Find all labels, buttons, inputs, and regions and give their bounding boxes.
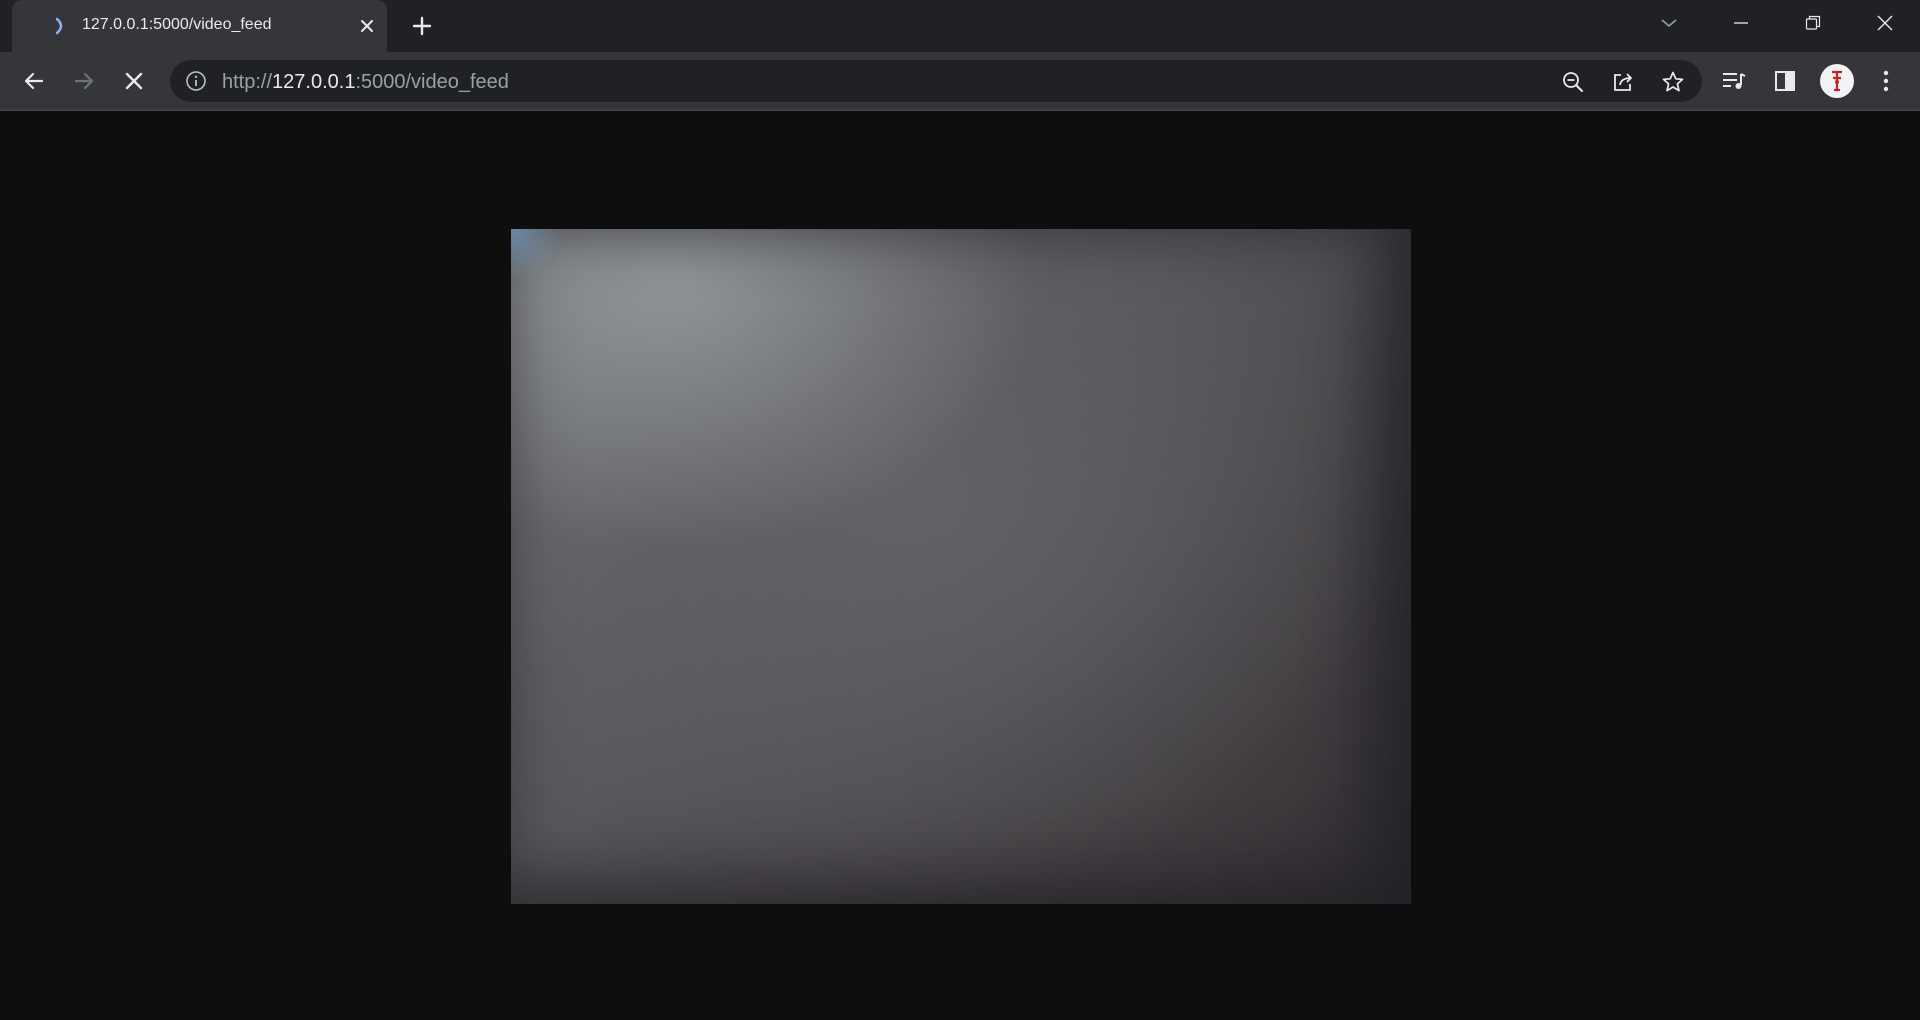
forward-arrow-icon[interactable] [65, 62, 103, 100]
media-queue-icon[interactable] [1715, 62, 1753, 100]
page-viewport [0, 111, 1920, 1020]
site-info-icon[interactable] [184, 69, 208, 93]
tab-close-icon[interactable] [355, 14, 379, 38]
tab-title: 127.0.0.1:5000/video_feed [82, 16, 272, 33]
tab-search-chevron-icon[interactable] [1634, 0, 1704, 46]
new-tab-plus-icon[interactable] [403, 12, 441, 40]
tab-video-feed[interactable]: 127.0.0.1:5000/video_feed [12, 0, 387, 52]
address-bar[interactable]: http://127.0.0.1:5000/video_feed [170, 60, 1702, 102]
video-feed-image [511, 229, 1411, 904]
bookmark-star-icon[interactable] [1658, 67, 1688, 97]
loading-spinner-icon [48, 14, 72, 38]
url-path: :5000/video_feed [355, 71, 509, 93]
side-panel-icon[interactable] [1766, 62, 1804, 100]
url-scheme: http:// [222, 71, 273, 93]
browser-titlebar: 127.0.0.1:5000/video_feed [0, 0, 1920, 52]
zoom-out-icon[interactable] [1558, 67, 1588, 97]
browser-toolbar: http://127.0.0.1:5000/video_feed [0, 52, 1920, 111]
url-text: http://127.0.0.1:5000/video_feed [222, 71, 509, 94]
share-icon[interactable] [1608, 67, 1638, 97]
url-host: 127.0.0.1 [272, 71, 356, 93]
minimize-icon[interactable] [1706, 0, 1776, 46]
more-menu-icon[interactable] [1867, 62, 1905, 100]
close-window-icon[interactable] [1850, 0, 1920, 46]
stop-loading-icon[interactable] [115, 62, 153, 100]
back-arrow-icon[interactable] [15, 62, 53, 100]
profile-avatar-icon[interactable] [1820, 64, 1854, 98]
restore-icon[interactable] [1778, 0, 1848, 46]
